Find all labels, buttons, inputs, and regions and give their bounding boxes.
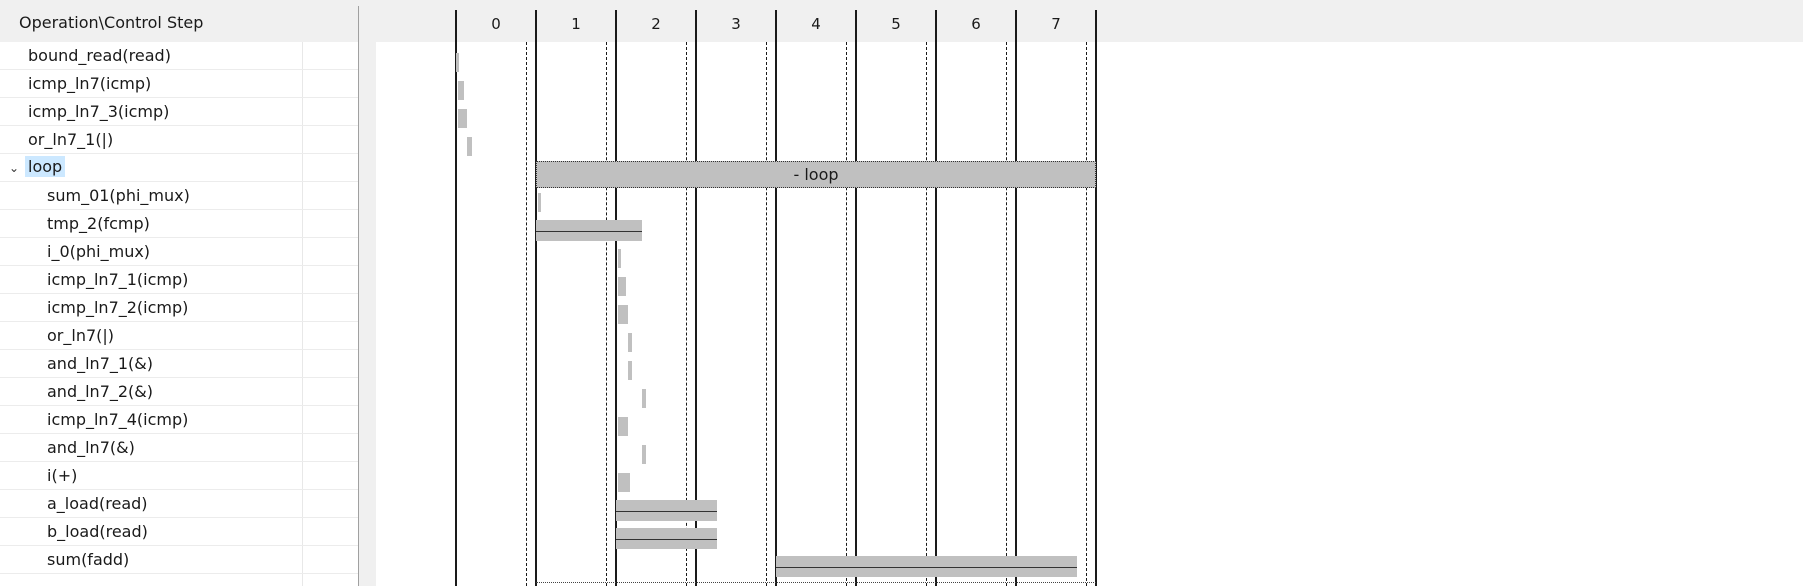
operation-schedule-bar[interactable] [617, 417, 628, 436]
step-dashed-line [1006, 42, 1007, 586]
operation-label: and_ln7_2(&) [47, 382, 154, 401]
step-dashed-line [926, 42, 927, 586]
operation-label: bound_read(read) [28, 46, 171, 65]
step-boundary-line [1095, 10, 1097, 586]
operation-schedule-bar[interactable] [617, 277, 626, 296]
schedule-chart-panel: 0 1 2 3 4 5 6 7 - loop [364, 6, 1803, 586]
operation-row[interactable]: icmp_ln7_2(icmp) [0, 294, 358, 322]
loop-group-bar[interactable]: - loop [536, 161, 1096, 188]
operation-schedule-bar[interactable] [616, 528, 717, 549]
operation-schedule-bar[interactable] [467, 137, 472, 156]
step-dashed-line [526, 42, 527, 586]
step-boundary-line [1015, 10, 1017, 586]
operation-label: icmp_ln7(icmp) [28, 74, 152, 93]
operation-label: a_load(read) [47, 494, 148, 513]
operation-row[interactable]: sum_01(phi_mux) [0, 182, 358, 210]
control-step-header: 4 [811, 15, 821, 33]
operation-label: i_0(phi_mux) [47, 242, 151, 261]
chevron-down-icon[interactable]: ⌄ [9, 161, 19, 175]
operation-schedule-bar[interactable] [616, 500, 717, 521]
operation-row[interactable]: b_load(read) [0, 518, 358, 546]
operation-row[interactable]: sum(fadd) [0, 546, 358, 574]
operation-row[interactable]: i(+) [0, 462, 358, 490]
operation-schedule-bar[interactable] [617, 249, 621, 268]
schedule-viewer: Operation\Control Step bound_read(read)i… [0, 0, 1803, 586]
operations-column-header[interactable]: Operation\Control Step [0, 6, 358, 42]
step-boundary-line [935, 10, 937, 586]
operation-row[interactable]: icmp_ln7_3(icmp) [0, 98, 358, 126]
step-boundary-line [855, 10, 857, 586]
operation-schedule-bar[interactable] [537, 193, 541, 212]
operation-label: tmp_2(fcmp) [47, 214, 150, 233]
operation-row[interactable]: or_ln7_1(|) [0, 126, 358, 154]
operation-label: icmp_ln7_1(icmp) [47, 270, 189, 289]
step-dashed-line [606, 42, 607, 586]
operation-row[interactable]: a_load(read) [0, 490, 358, 518]
step-dashed-line [846, 42, 847, 586]
operation-schedule-bar[interactable] [628, 361, 632, 380]
operation-label: sum(fadd) [47, 550, 130, 569]
operation-label: icmp_ln7_4(icmp) [47, 410, 189, 429]
loop-group-bottom-border [536, 582, 1096, 583]
control-step-header: 0 [491, 15, 501, 33]
step-boundary-line [775, 10, 777, 586]
operation-row[interactable]: i_0(phi_mux) [0, 238, 358, 266]
operation-row[interactable]: or_ln7(|) [0, 322, 358, 350]
operation-row[interactable]: and_ln7_2(&) [0, 378, 358, 406]
operation-label: b_load(read) [47, 522, 148, 541]
step-boundary-line [535, 10, 537, 586]
operation-schedule-bar[interactable] [536, 220, 643, 241]
operations-column-title: Operation\Control Step [19, 13, 204, 32]
operation-schedule-bar[interactable] [457, 81, 464, 100]
operation-row[interactable]: bound_read(read) [0, 42, 358, 70]
operation-label: and_ln7_1(&) [47, 354, 154, 373]
control-step-header: 6 [971, 15, 981, 33]
operation-schedule-bar[interactable] [617, 305, 628, 324]
operation-label: icmp_ln7_3(icmp) [28, 102, 170, 121]
operation-schedule-bar[interactable] [457, 109, 468, 128]
operation-schedule-bar[interactable] [617, 473, 630, 492]
operations-list: bound_read(read) icmp_ln7(icmp) icmp_ln7_3… [0, 42, 358, 574]
operation-label: or_ln7(|) [47, 326, 115, 345]
control-step-header: 7 [1051, 15, 1061, 33]
operation-label: i(+) [47, 466, 78, 485]
operation-label: sum_01(phi_mux) [47, 186, 190, 205]
control-step-header: 5 [891, 15, 901, 33]
step-dashed-line [1086, 42, 1087, 586]
operation-row[interactable]: icmp_ln7(icmp) [0, 70, 358, 98]
operation-row[interactable]: icmp_ln7_1(icmp) [0, 266, 358, 294]
operation-schedule-bar[interactable] [776, 556, 1077, 577]
operation-schedule-bar[interactable] [628, 333, 632, 352]
operation-label: icmp_ln7_2(icmp) [47, 298, 189, 317]
control-step-header: 1 [571, 15, 581, 33]
operations-panel: Operation\Control Step bound_read(read)i… [0, 6, 358, 586]
step-dashed-line [766, 42, 767, 586]
tree-group-row[interactable]: ⌄ loop [0, 154, 358, 182]
operation-label: loop [25, 156, 66, 177]
operation-label: or_ln7_1(|) [28, 130, 114, 149]
operation-row[interactable]: and_ln7_1(&) [0, 350, 358, 378]
operation-row[interactable]: and_ln7(&) [0, 434, 358, 462]
operation-row[interactable]: tmp_2(fcmp) [0, 210, 358, 238]
operation-schedule-bar[interactable] [456, 53, 460, 72]
schedule-canvas [376, 42, 1803, 586]
operation-label: and_ln7(&) [47, 438, 135, 457]
operation-schedule-bar[interactable] [642, 389, 647, 408]
operation-row[interactable]: icmp_ln7_4(icmp) [0, 406, 358, 434]
control-step-header: 3 [731, 15, 741, 33]
operation-schedule-bar[interactable] [642, 445, 647, 464]
control-step-header: 2 [651, 15, 661, 33]
